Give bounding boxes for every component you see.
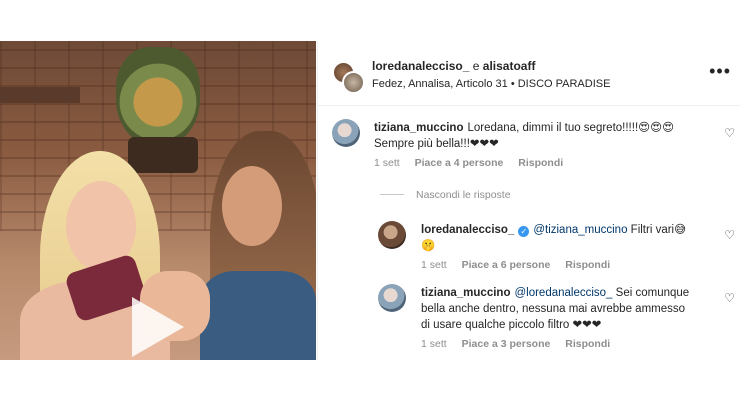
heart-icon[interactable]: ♡ xyxy=(724,291,735,305)
reply-button[interactable]: Rispondi xyxy=(518,157,563,169)
comment-text: tiziana_muccino Loredana, dimmi il tuo se… xyxy=(374,120,704,152)
reply-button[interactable]: Rispondi xyxy=(565,259,610,271)
reply-body-line2: bella anche dentro, nessuna mai avrebbe … xyxy=(421,303,686,315)
person-right-face xyxy=(222,166,282,246)
comment-body-line2: Sempre più bella!!!❤❤❤ xyxy=(374,138,499,150)
comments-panel: loredanalecciso_ e alisatoaff Fedez, Ann… xyxy=(317,41,740,360)
post-authors: loredanalecciso_ e alisatoaff xyxy=(372,59,535,73)
avatar[interactable] xyxy=(342,71,365,94)
reply-time[interactable]: 1 sett xyxy=(421,259,447,271)
play-icon[interactable] xyxy=(132,297,184,357)
more-horizontal-icon[interactable]: ••• xyxy=(709,62,731,80)
comment-likes[interactable]: Piace a 4 persone xyxy=(415,157,504,169)
and-word: e xyxy=(472,59,480,73)
verified-badge-icon: ✓ xyxy=(518,226,530,237)
comment-meta: 1 sett Piace a 4 persone Rispondi xyxy=(374,157,575,169)
hide-replies-label: Nascondi le risposte xyxy=(416,189,511,201)
comment-time[interactable]: 1 sett xyxy=(374,157,400,169)
audio-title[interactable]: DISCO PARADISE xyxy=(518,78,611,90)
coauthor-link[interactable]: alisatoaff xyxy=(483,59,536,73)
reply-mention[interactable]: @loredanalecciso_ xyxy=(514,287,612,299)
post-header: loredanalecciso_ e alisatoaff Fedez, Ann… xyxy=(318,41,740,106)
person-right-body xyxy=(200,271,316,360)
reply-text: tiziana_muccino @loredanalecciso_ Sei com… xyxy=(421,285,721,333)
wooden-shelf xyxy=(0,87,80,103)
comment-body-line1: Loredana, dimmi il tuo segreto!!!!!😍😍😍 xyxy=(467,122,675,134)
avatar[interactable] xyxy=(378,284,406,312)
reply-meta: 1 sett Piace a 6 persone Rispondi xyxy=(421,259,622,271)
audio-info[interactable]: Fedez, Annalisa, Articolo 31 • DISCO PAR… xyxy=(372,78,610,90)
reply-username[interactable]: loredanalecciso_ xyxy=(421,224,514,236)
reply-mention[interactable]: @tiziana_muccino xyxy=(533,224,627,236)
avatar[interactable] xyxy=(332,119,360,147)
heart-icon[interactable]: ♡ xyxy=(724,126,735,140)
reply-text: loredanalecciso_ ✓ @tiziana_muccino Filtri… xyxy=(421,222,711,254)
avatar[interactable] xyxy=(378,221,406,249)
reply-body: Sei comunque xyxy=(615,287,690,299)
decorative-mask xyxy=(116,47,200,147)
reply-username[interactable]: tiziana_muccino xyxy=(421,287,510,299)
reply-time[interactable]: 1 sett xyxy=(421,338,447,350)
decorative-stand xyxy=(128,137,198,173)
reply-likes[interactable]: Piace a 3 persone xyxy=(462,338,551,350)
audio-artists[interactable]: Fedez, Annalisa, Articolo 31 xyxy=(372,78,508,90)
reply-body-line3: di usare qualche piccolo filtro ❤❤❤ xyxy=(421,319,602,331)
instagram-post: loredanalecciso_ e alisatoaff Fedez, Ann… xyxy=(0,41,740,360)
author-avatars[interactable] xyxy=(332,61,365,94)
dot-separator: • xyxy=(510,78,518,90)
hide-replies-button[interactable]: Nascondi le risposte xyxy=(380,189,511,201)
author-link[interactable]: loredanalecciso_ xyxy=(372,59,469,73)
reply-body-line2: 🤫 xyxy=(421,240,436,252)
reply-body: Filtri vari😅 xyxy=(630,224,687,236)
comment-username[interactable]: tiziana_muccino xyxy=(374,122,463,134)
reply-likes[interactable]: Piace a 6 persone xyxy=(462,259,551,271)
heart-icon[interactable]: ♡ xyxy=(724,228,735,242)
reply-meta: 1 sett Piace a 3 persone Rispondi xyxy=(421,338,622,350)
reply-button[interactable]: Rispondi xyxy=(565,338,610,350)
divider-line xyxy=(380,194,404,195)
post-video[interactable] xyxy=(0,41,316,360)
